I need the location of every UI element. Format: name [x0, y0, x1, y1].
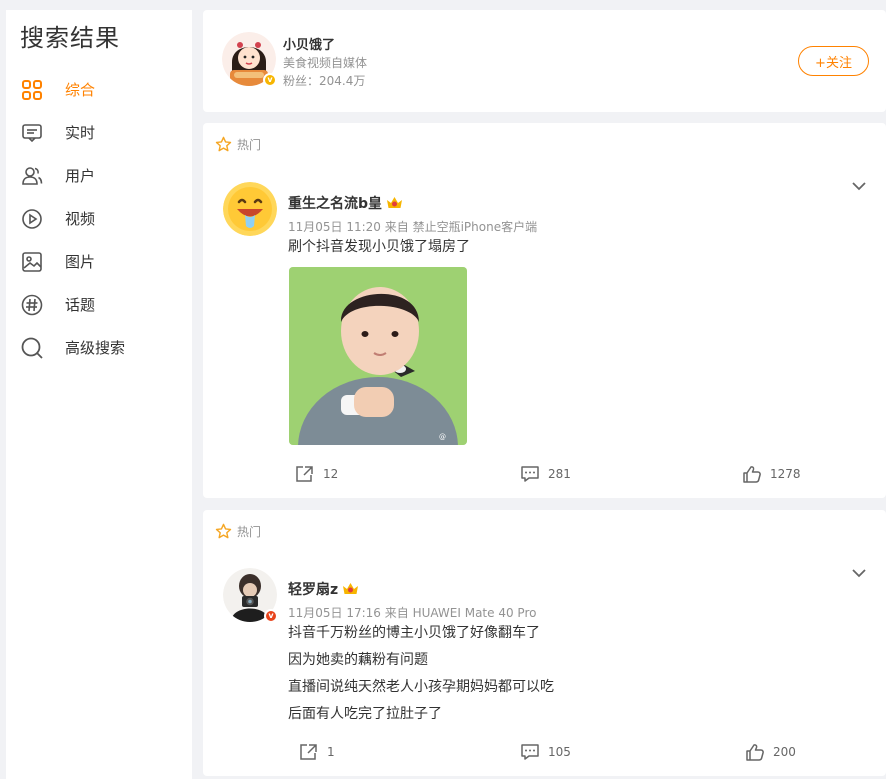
avatar[interactable]: [223, 182, 277, 236]
message-icon: [20, 121, 44, 145]
sidebar-item-label: 用户: [65, 167, 96, 185]
hot-tag: 热门: [215, 136, 261, 153]
sidebar-item-images[interactable]: 图片: [20, 240, 125, 283]
post-card: 热门 v 轻罗扇z 11月05日 17:16 来自 HUAWEI Mate 40…: [203, 510, 886, 776]
chevron-down-icon[interactable]: [852, 568, 866, 578]
sidebar-item-video[interactable]: 视频: [20, 197, 125, 240]
comment-count: 281: [548, 467, 571, 481]
post-meta: 11月05日 11:20 来自 禁止空瓶iPhone客户端: [288, 220, 538, 234]
vip-crown-icon: [343, 583, 359, 594]
sidebar-item-label: 图片: [65, 253, 96, 271]
sidebar: 搜索结果 综合 实时 用户 视频 图片 话题 高级搜索: [6, 10, 192, 779]
author-name: 轻罗扇z: [288, 582, 339, 598]
sidebar-item-realtime[interactable]: 实时: [20, 111, 125, 154]
comment-icon: [521, 744, 539, 760]
svg-text:@: @: [439, 433, 446, 441]
image-icon: [20, 250, 44, 274]
like-button[interactable]: 200: [745, 743, 796, 761]
hot-label: 热门: [237, 138, 262, 152]
users-icon: [20, 164, 44, 188]
sidebar-item-label: 高级搜索: [65, 339, 126, 357]
repost-icon: [300, 744, 317, 760]
post-author[interactable]: 轻罗扇z: [288, 579, 359, 599]
repost-icon: [296, 466, 313, 482]
post-author[interactable]: 重生之名流b皇: [288, 193, 403, 213]
play-icon: [20, 207, 44, 231]
sidebar-item-label: 视频: [65, 210, 96, 228]
comment-button[interactable]: 281: [520, 465, 571, 483]
hot-label: 热门: [237, 525, 262, 539]
like-button[interactable]: 1278: [742, 465, 801, 483]
user-description: 美食视频自媒体: [283, 56, 368, 70]
sidebar-title: 搜索结果: [20, 24, 120, 52]
post-text-line: 后面有人吃完了拉肚子了: [288, 706, 442, 722]
author-name: 重生之名流b皇: [288, 196, 383, 212]
like-count: 1278: [770, 467, 801, 481]
user-fans-count: 粉丝：204.4万: [283, 74, 366, 88]
repost-button[interactable]: 1: [299, 743, 335, 761]
sidebar-item-advanced-search[interactable]: 高级搜索: [20, 326, 125, 369]
verified-badge-icon: v: [263, 73, 277, 87]
star-icon: [215, 136, 232, 152]
sidebar-item-label: 实时: [65, 124, 96, 142]
sidebar-nav: 综合 实时 用户 视频 图片 话题 高级搜索: [20, 68, 125, 369]
comment-button[interactable]: 105: [520, 743, 571, 761]
repost-count: 12: [323, 467, 339, 481]
sidebar-item-comprehensive[interactable]: 综合: [20, 68, 125, 111]
verified-badge-icon: v: [264, 609, 278, 623]
like-count: 200: [773, 745, 796, 759]
vip-crown-icon: [387, 197, 403, 208]
comment-count: 105: [548, 745, 571, 759]
hot-tag: 热门: [215, 523, 261, 540]
post-meta: 11月05日 17:16 来自 HUAWEI Mate 40 Pro: [288, 606, 537, 620]
post-text: 刷个抖音发现小贝饿了塌房了: [288, 234, 470, 261]
repost-count: 1: [327, 745, 335, 759]
post-card: 热门 重生之名流b皇 11月05日 11:20 来自 禁止空瓶iPhone客户端…: [203, 123, 886, 498]
post-text-line: 因为她卖的藕粉有问题: [288, 652, 428, 668]
post-text-line: 直播间说纯天然老人小孩孕期妈妈都可以吃: [288, 679, 554, 695]
thumbs-up-icon: [743, 466, 761, 483]
user-name[interactable]: 小贝饿了: [283, 34, 335, 53]
sidebar-item-label: 话题: [65, 296, 96, 314]
chevron-down-icon[interactable]: [852, 181, 866, 191]
sidebar-item-users[interactable]: 用户: [20, 154, 125, 197]
post-image[interactable]: @: [289, 267, 467, 445]
post-text-line: 刷个抖音发现小贝饿了塌房了: [288, 239, 470, 255]
follow-button[interactable]: +关注: [798, 46, 869, 76]
comment-icon: [521, 466, 539, 482]
sidebar-item-topics[interactable]: 话题: [20, 283, 125, 326]
grid-icon: [20, 78, 44, 102]
hashtag-icon: [20, 293, 44, 317]
sidebar-item-label: 综合: [65, 81, 96, 99]
thumbs-up-icon: [746, 744, 764, 761]
post-text-line: 抖音千万粉丝的博主小贝饿了好像翻车了: [288, 625, 540, 641]
post-actions: 12 281 1278: [203, 465, 886, 489]
post-text: 抖音千万粉丝的博主小贝饿了好像翻车了 因为她卖的藕粉有问题 直播间说纯天然老人小…: [288, 620, 554, 728]
search-icon: [20, 336, 44, 360]
repost-button[interactable]: 12: [295, 465, 338, 483]
star-icon: [215, 523, 232, 539]
user-card: v 小贝饿了 美食视频自媒体 粉丝：204.4万 +关注: [203, 10, 886, 112]
post-actions: 1 105 200: [203, 743, 886, 767]
